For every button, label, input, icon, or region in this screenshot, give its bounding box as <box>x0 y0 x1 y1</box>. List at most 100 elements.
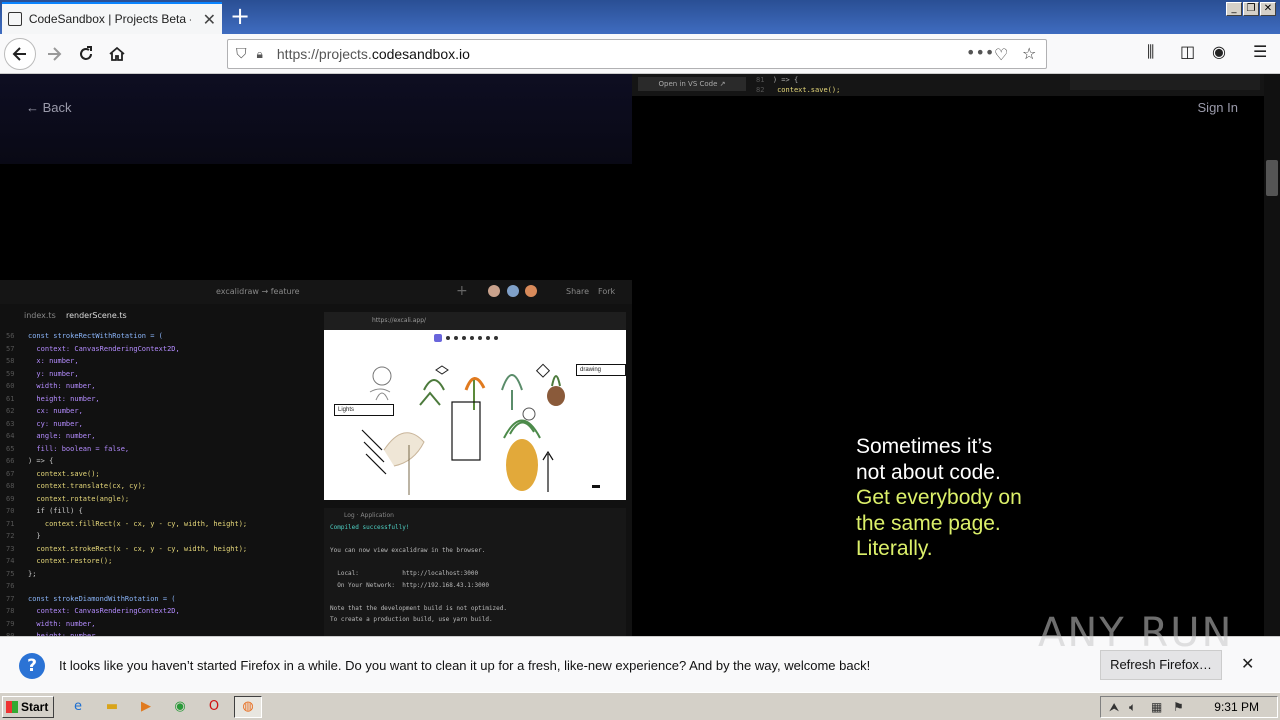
code-line: 63 cy: number, <box>6 419 83 428</box>
close-notification-icon[interactable]: ✕ <box>1241 654 1254 673</box>
network-icon[interactable]: ▦ <box>1151 700 1162 714</box>
back-arrow-icon <box>12 47 26 61</box>
log-line: On Your Network: http://192.168.43.1:300… <box>330 581 489 589</box>
browser-tab[interactable]: CodeSandbox | Projects Beta - De ✕ <box>2 2 222 34</box>
account-icon[interactable]: ◉ <box>1212 42 1226 61</box>
home-icon <box>109 46 125 61</box>
sign-in-link[interactable]: Sign In <box>1198 100 1238 115</box>
editor-breadcrumb: excalidraw → feature <box>216 287 300 296</box>
code-line: 70 if (fill) { <box>6 507 83 515</box>
log-lines: Compiled successfully! You can now view e… <box>324 524 626 628</box>
code-line: 67 context.save(); <box>6 469 100 478</box>
pocket-icon[interactable]: ♡ <box>994 45 1008 64</box>
minimize-button[interactable]: _ <box>1226 2 1242 16</box>
code-line: 57 context: CanvasRenderingContext2D, <box>6 344 180 353</box>
code-line: 56 const strokeRectWithRotation = ( <box>6 332 163 340</box>
code-line: 79 width: number, <box>6 619 96 628</box>
page-actions-icon[interactable]: ••• <box>966 43 994 62</box>
open-in-vscode-button[interactable]: Open in VS Code ↗ <box>638 77 746 91</box>
system-tray: ⮝ 🔈︎ ▦ ⚑ 9:31 PM <box>1100 696 1278 718</box>
tagline-line: not about code. <box>856 460 1001 484</box>
label-lights: Lights <box>334 404 394 416</box>
code-line: 65 fill: boolean = false, <box>6 444 130 453</box>
folder-icon[interactable]: ▬ <box>98 696 126 718</box>
code-line: 59 y: number, <box>6 369 79 378</box>
scrollbar-thumb[interactable] <box>1266 160 1278 196</box>
file-tabs: index.ts renderScene.ts <box>0 310 320 324</box>
question-icon: ? <box>19 653 45 679</box>
opera-icon[interactable]: O <box>200 696 228 718</box>
tab-title: CodeSandbox | Projects Beta - De <box>28 12 191 26</box>
app-preview-panel: https://excali.app/ Lights drawing <box>324 312 626 500</box>
new-tab-button[interactable]: + <box>230 4 250 28</box>
code-line: 66) => { <box>6 457 54 465</box>
forward-button[interactable] <box>38 38 70 70</box>
media-icon[interactable]: ▶ <box>132 696 160 718</box>
library-icon[interactable]: ⫼ <box>1147 42 1154 62</box>
tagline-highlight: the same page. <box>856 511 1001 535</box>
url-text[interactable]: https://projects.codesandbox.io <box>277 46 470 62</box>
volume-icon[interactable]: 🔈︎ <box>1129 700 1136 715</box>
chrome-icon[interactable]: ◉ <box>166 696 194 718</box>
avatar <box>525 285 537 297</box>
log-line: Local: http://localhost:3000 <box>330 570 479 577</box>
menu-icon[interactable]: ☰ <box>1253 42 1267 61</box>
anyrun-watermark: ANY RUN <box>1038 610 1234 656</box>
codesandbox-favicon-icon <box>8 12 22 26</box>
window-close-button[interactable]: ✕ <box>1260 2 1276 16</box>
restore-button[interactable]: ❐ <box>1243 2 1259 16</box>
shield-icon[interactable]: ⛉ <box>236 46 247 62</box>
windows-taskbar: Start e ▬ ▶ ◉ O ◍ ⮝ 🔈︎ ▦ ⚑ 9:31 PM <box>0 692 1280 720</box>
close-tab-icon[interactable]: ✕ <box>203 10 216 29</box>
log-line: You can now view excalidraw in the brows… <box>330 547 486 554</box>
tray-arrow-icon[interactable]: ⮝ <box>1109 700 1119 715</box>
editor-header: excalidraw → feature + Share Fork <box>0 280 632 304</box>
reload-button[interactable] <box>70 38 102 70</box>
lock-icon[interactable]: 🔒︎ <box>257 47 263 62</box>
address-bar[interactable]: ⛉ 🔒︎ https://projects.codesandbox.io •••… <box>227 39 1047 69</box>
log-line: To create a production build, use yarn b… <box>330 616 493 623</box>
window-controls: _ ❐ ✕ <box>1226 2 1276 16</box>
security-flag-icon[interactable]: ⚑ <box>1173 700 1184 714</box>
start-button[interactable]: Start <box>2 696 54 718</box>
ie-icon[interactable]: e <box>64 696 92 718</box>
preview-url: https://excali.app/ <box>372 317 427 324</box>
tagline-highlight: Get everybody on <box>856 486 1022 509</box>
log-title: Log · Application <box>344 512 394 519</box>
code-lines: 56 const strokeRectWithRotation = ( 57 con… <box>0 332 320 636</box>
code-line: 61 height: number, <box>6 394 100 403</box>
log-line: Note that the development build is not o… <box>330 604 508 612</box>
notification-message: It looks like you haven’t started Firefo… <box>59 658 871 673</box>
add-icon: + <box>456 283 468 299</box>
top-right-panel <box>1070 74 1260 90</box>
code-line: 78 context: CanvasRenderingContext2D, <box>6 607 180 615</box>
code-line: 62 cx: number, <box>6 407 83 415</box>
code-line: 64 angle: number, <box>6 432 96 440</box>
tagline: Sometimes it’s not about code. Get every… <box>856 434 1022 562</box>
home-button[interactable] <box>101 38 133 70</box>
sidebar-icon[interactable]: ◫ <box>1180 42 1195 61</box>
bookmark-star-icon[interactable]: ☆ <box>1022 44 1036 63</box>
editor-preview: excalidraw → feature + Share Fork index.… <box>0 280 632 636</box>
fork-button: Fork <box>598 287 616 296</box>
tagline-line: Sometimes it’s <box>856 435 993 458</box>
editor-top-strip: Open in VS Code ↗ 81 ) => { 82 context.s… <box>632 74 1264 96</box>
code-line: 58 x: number, <box>6 357 79 365</box>
forward-arrow-icon <box>48 47 62 61</box>
log-panel: Log · Application Compiled successfully!… <box>324 508 626 636</box>
code-line: 60 width: number, <box>6 382 96 390</box>
code-line: 68 context.translate(cx, cy); <box>6 482 147 490</box>
back-link[interactable]: ← Back <box>26 100 72 115</box>
top-code-snippet: 81 ) => { 82 context.save(); <box>756 76 841 94</box>
code-line: 74 context.restore(); <box>6 557 113 565</box>
page-content: Open in VS Code ↗ 81 ) => { 82 context.s… <box>0 74 1280 636</box>
code-line: 73 context.strokeRect(x - cx, y - cy, wi… <box>6 544 248 553</box>
file-tab-active: renderScene.ts <box>66 311 127 320</box>
code-line: 69 context.rotate(angle); <box>6 494 130 503</box>
page-scrollbar[interactable] <box>1264 74 1280 636</box>
firefox-icon[interactable]: ◍ <box>234 696 262 718</box>
back-button[interactable] <box>4 38 36 70</box>
